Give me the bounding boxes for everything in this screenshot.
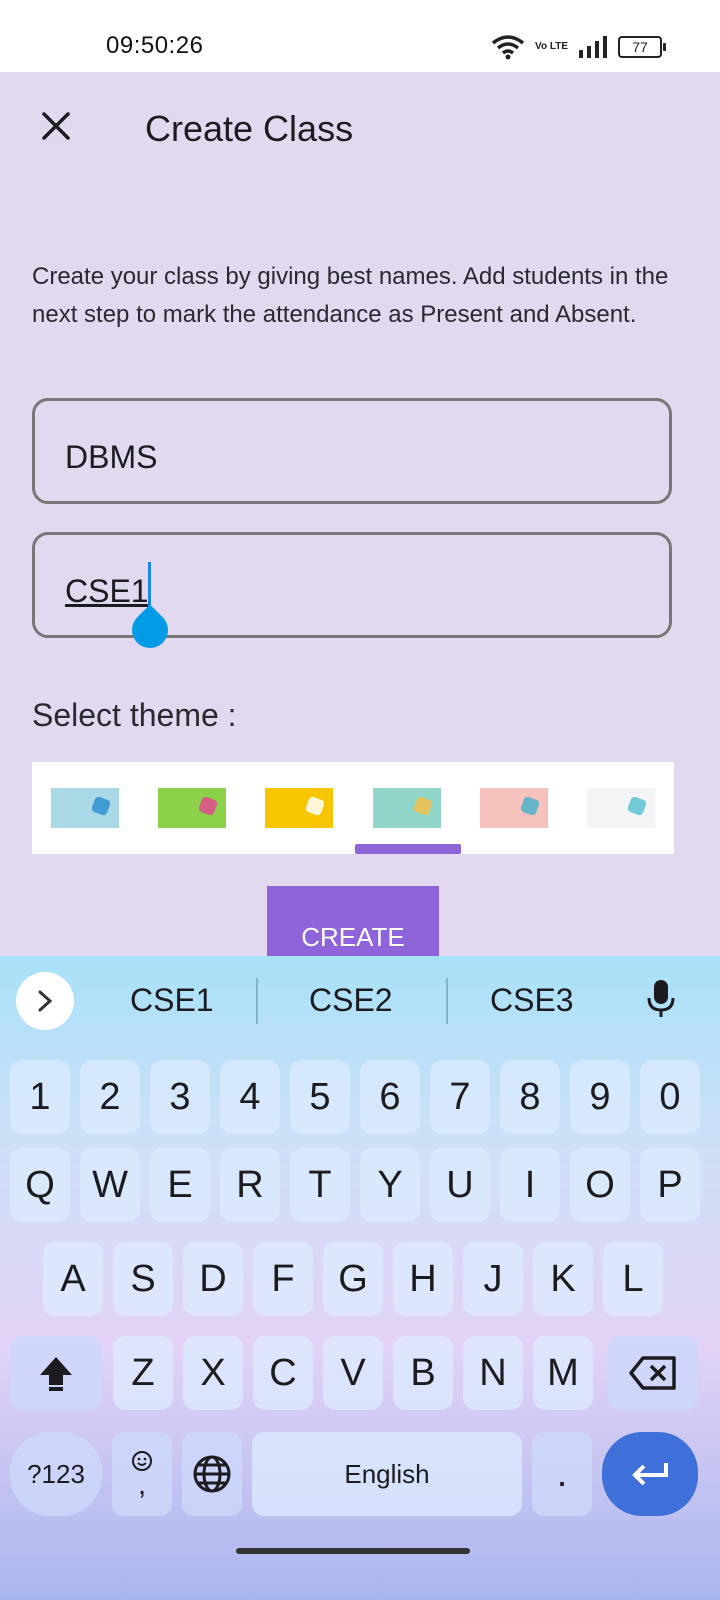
backspace-key[interactable] bbox=[608, 1336, 698, 1410]
letter-key-s[interactable]: S bbox=[113, 1242, 173, 1316]
suggestion-2[interactable]: CSE2 bbox=[309, 982, 393, 1019]
space-key[interactable]: English bbox=[252, 1432, 522, 1516]
backspace-icon bbox=[629, 1356, 676, 1390]
theme-accent bbox=[90, 795, 112, 817]
letter-key-h[interactable]: H bbox=[393, 1242, 453, 1316]
description-text: Create your class by giving best names. … bbox=[32, 263, 669, 328]
signal-icon bbox=[579, 36, 607, 58]
letter-key-e[interactable]: E bbox=[150, 1148, 210, 1222]
theme-option-1[interactable] bbox=[51, 788, 119, 828]
letter-key-c[interactable]: C bbox=[253, 1336, 313, 1410]
letter-key-z[interactable]: Z bbox=[113, 1336, 173, 1410]
number-key-0[interactable]: 0 bbox=[640, 1060, 700, 1134]
globe-icon bbox=[193, 1455, 231, 1493]
number-key-6[interactable]: 6 bbox=[360, 1060, 420, 1134]
battery-icon: 77 bbox=[618, 36, 666, 58]
letter-key-q[interactable]: Q bbox=[10, 1148, 70, 1222]
letter-key-k[interactable]: K bbox=[533, 1242, 593, 1316]
number-key-4[interactable]: 4 bbox=[220, 1060, 280, 1134]
comma-label: , bbox=[137, 1468, 147, 1501]
wifi-icon bbox=[491, 35, 525, 60]
section-input[interactable]: CSE1 bbox=[32, 532, 672, 638]
suggestion-divider bbox=[256, 978, 258, 1024]
letter-key-p[interactable]: P bbox=[640, 1148, 700, 1222]
section-value: CSE1 bbox=[65, 573, 149, 609]
period-key[interactable]: . bbox=[532, 1432, 592, 1516]
toolbar-expand-button[interactable] bbox=[16, 972, 74, 1030]
navigation-handle[interactable] bbox=[236, 1548, 470, 1554]
status-bar: 09:50:26 Vo LTE 77 bbox=[0, 0, 720, 72]
number-key-1[interactable]: 1 bbox=[10, 1060, 70, 1134]
symbols-key[interactable]: ?123 bbox=[10, 1432, 102, 1516]
letter-key-d[interactable]: D bbox=[183, 1242, 243, 1316]
theme-accent bbox=[197, 795, 219, 817]
status-time: 09:50:26 bbox=[106, 32, 204, 59]
letter-key-f[interactable]: F bbox=[253, 1242, 313, 1316]
letter-key-l[interactable]: L bbox=[603, 1242, 663, 1316]
mic-icon[interactable] bbox=[646, 978, 676, 1018]
letter-key-w[interactable]: W bbox=[80, 1148, 140, 1222]
letter-key-o[interactable]: O bbox=[570, 1148, 630, 1222]
theme-option-2[interactable] bbox=[158, 788, 226, 828]
status-icons: Vo LTE 77 bbox=[491, 34, 666, 60]
letter-key-y[interactable]: Y bbox=[360, 1148, 420, 1222]
letter-key-t[interactable]: T bbox=[290, 1148, 350, 1222]
letter-key-x[interactable]: X bbox=[183, 1336, 243, 1410]
enter-key[interactable] bbox=[602, 1432, 698, 1516]
theme-option-4[interactable] bbox=[373, 788, 441, 828]
suggestion-divider bbox=[446, 978, 448, 1024]
suggestion-bar: CSE1 CSE2 CSE3 bbox=[0, 956, 720, 1052]
chevron-right-icon bbox=[38, 990, 53, 1012]
text-cursor bbox=[148, 562, 151, 610]
theme-selector bbox=[32, 762, 674, 854]
shift-icon bbox=[40, 1357, 72, 1391]
letter-key-m[interactable]: M bbox=[533, 1336, 593, 1410]
letter-key-v[interactable]: V bbox=[323, 1336, 383, 1410]
theme-option-6[interactable] bbox=[587, 788, 655, 828]
theme-accent bbox=[412, 795, 434, 817]
emoji-comma-key[interactable]: , bbox=[112, 1432, 172, 1516]
theme-accent bbox=[304, 795, 326, 817]
theme-selected-indicator bbox=[355, 844, 461, 854]
close-icon bbox=[42, 112, 70, 140]
number-key-9[interactable]: 9 bbox=[570, 1060, 630, 1134]
letter-key-i[interactable]: I bbox=[500, 1148, 560, 1222]
letter-key-g[interactable]: G bbox=[323, 1242, 383, 1316]
shift-key[interactable] bbox=[10, 1336, 102, 1410]
number-key-2[interactable]: 2 bbox=[80, 1060, 140, 1134]
language-key[interactable] bbox=[182, 1432, 242, 1516]
theme-accent bbox=[626, 795, 648, 817]
close-button[interactable] bbox=[36, 106, 76, 146]
theme-option-5[interactable] bbox=[480, 788, 548, 828]
suggestion-3[interactable]: CSE3 bbox=[490, 982, 574, 1019]
enter-icon bbox=[632, 1463, 668, 1486]
letter-key-a[interactable]: A bbox=[43, 1242, 103, 1316]
volte-icon: Vo LTE bbox=[535, 41, 568, 52]
letter-key-n[interactable]: N bbox=[463, 1336, 523, 1410]
page-title: Create Class bbox=[145, 108, 354, 149]
number-key-8[interactable]: 8 bbox=[500, 1060, 560, 1134]
class-name-value: DBMS bbox=[65, 439, 158, 475]
create-button[interactable]: CREATE bbox=[267, 886, 439, 958]
letter-key-u[interactable]: U bbox=[430, 1148, 490, 1222]
number-key-3[interactable]: 3 bbox=[150, 1060, 210, 1134]
letter-key-b[interactable]: B bbox=[393, 1336, 453, 1410]
number-key-5[interactable]: 5 bbox=[290, 1060, 350, 1134]
suggestion-1[interactable]: CSE1 bbox=[130, 982, 214, 1019]
keyboard: CSE1 CSE2 CSE3 1234567890 QWERTYUIOP ASDFG… bbox=[0, 956, 720, 1600]
theme-option-3[interactable] bbox=[265, 788, 333, 828]
letter-key-j[interactable]: J bbox=[463, 1242, 523, 1316]
letter-key-r[interactable]: R bbox=[220, 1148, 280, 1222]
number-key-7[interactable]: 7 bbox=[430, 1060, 490, 1134]
select-theme-label: Select theme : bbox=[32, 697, 237, 733]
theme-accent bbox=[519, 795, 541, 817]
class-name-input[interactable]: DBMS bbox=[32, 398, 672, 504]
